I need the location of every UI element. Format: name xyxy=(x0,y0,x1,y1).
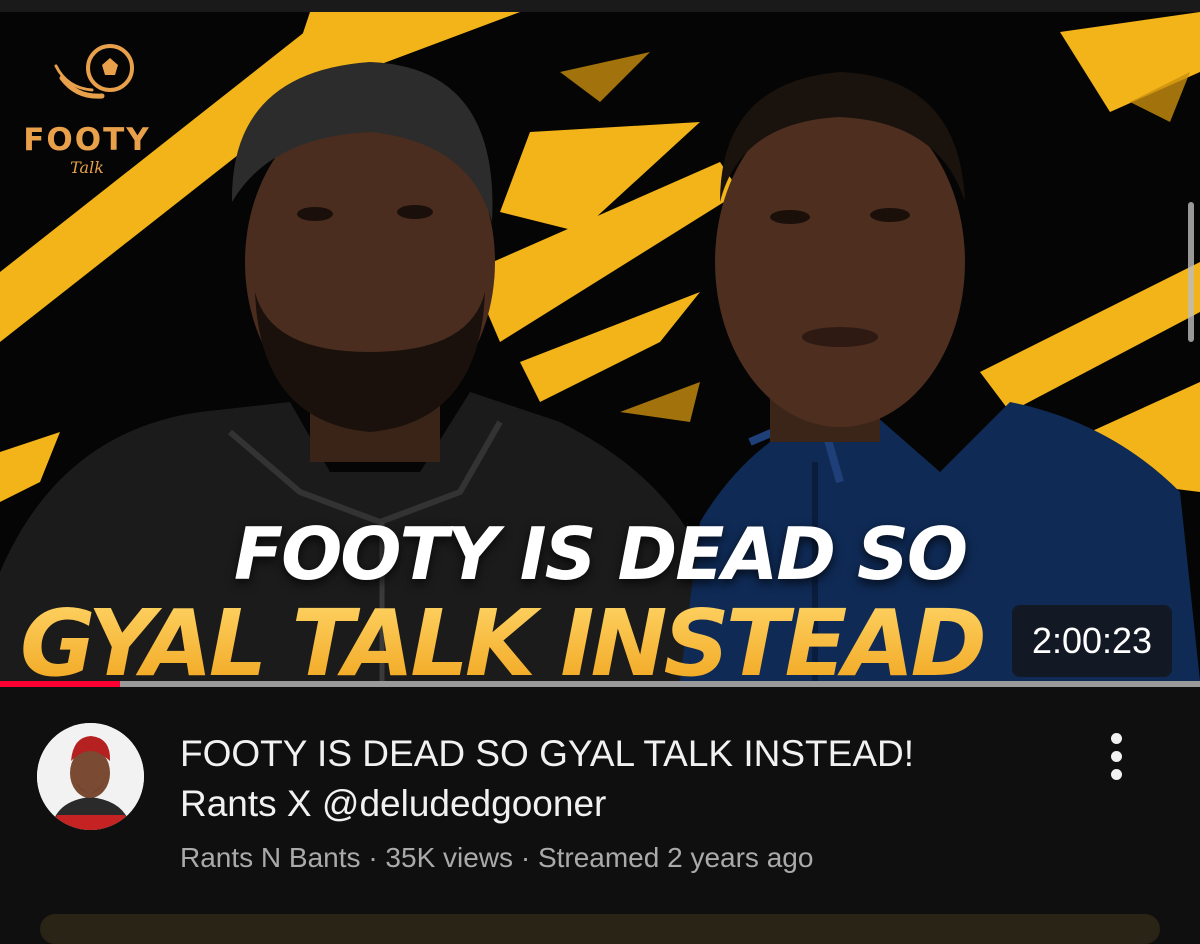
channel-avatar[interactable] xyxy=(37,723,144,830)
meta-separator: · xyxy=(520,842,531,873)
scrollbar-thumb[interactable] xyxy=(1188,202,1194,342)
more-options-button[interactable] xyxy=(1096,733,1136,793)
video-duration-badge: 2:00:23 xyxy=(1012,605,1172,677)
video-thumbnail[interactable]: FOOTY Talk FOOTY IS DEAD SO GYAL TALK IN… xyxy=(0,12,1200,681)
video-metadata: Rants N Bants · 35K views · Streamed 2 y… xyxy=(180,842,1080,874)
video-title[interactable]: FOOTY IS DEAD SO GYAL TALK INSTEAD! Rant… xyxy=(180,729,1060,829)
more-vert-icon xyxy=(1110,733,1122,744)
watch-progress-bar xyxy=(0,681,1200,687)
more-vert-icon-dot xyxy=(1110,751,1122,762)
video-title-line2: Rants X @deludedgooner xyxy=(180,783,607,824)
thumbnail-headline-line1: FOOTY IS DEAD SO xyxy=(233,512,968,596)
channel-avatar-image xyxy=(37,723,144,830)
top-edge xyxy=(0,0,1200,12)
view-count: 35K views xyxy=(385,842,514,873)
watch-progress-fill xyxy=(0,681,120,687)
more-vert-icon-dot xyxy=(1110,769,1122,780)
stream-date: Streamed 2 years ago xyxy=(537,842,814,873)
next-content-card xyxy=(40,914,1160,944)
channel-name[interactable]: Rants N Bants xyxy=(180,842,361,873)
video-title-line1: FOOTY IS DEAD SO GYAL TALK INSTEAD! xyxy=(180,733,915,774)
meta-separator: · xyxy=(368,842,378,873)
